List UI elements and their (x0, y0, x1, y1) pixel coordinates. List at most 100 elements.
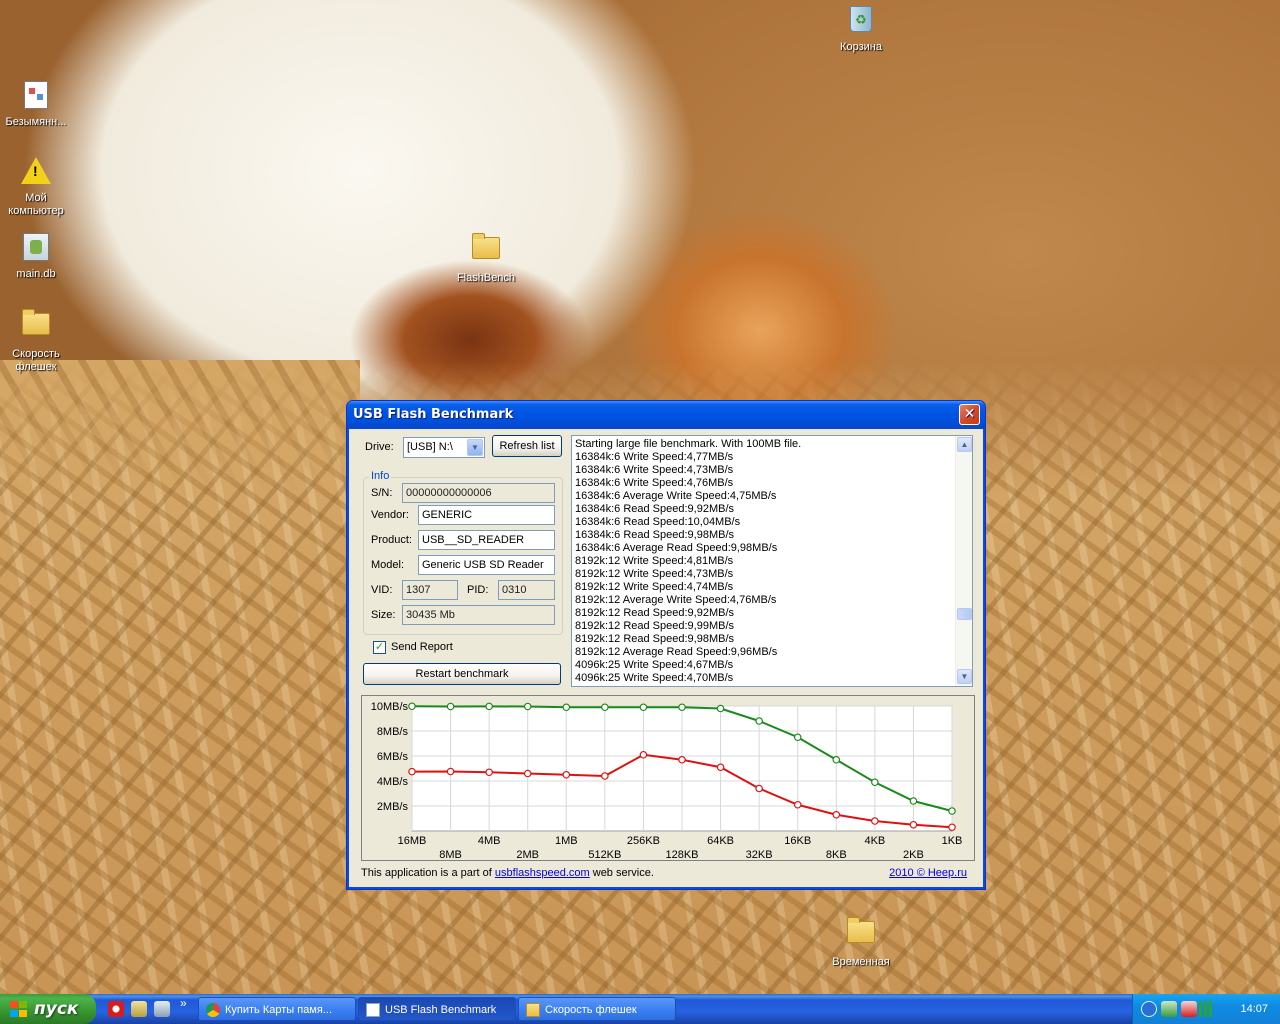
database-file-icon (20, 233, 52, 265)
data-point (408, 767, 416, 776)
data-point (793, 800, 802, 809)
product-label: Product: (371, 534, 412, 546)
quicklaunch-more-icon[interactable]: » (180, 996, 187, 1010)
x-tick-label: 64KB (707, 835, 734, 847)
log-line: 8192k:12 Write Speed:4,81MB/s (575, 555, 734, 567)
data-point (485, 702, 493, 711)
footer-copyright: 2010 © Heep.ru (889, 867, 967, 879)
log-line: 8192k:12 Read Speed:9,98MB/s (575, 633, 735, 645)
sn-label: S/N: (371, 487, 393, 499)
tray-expand-icon[interactable] (1141, 1001, 1157, 1017)
log-line: 8192k:12 Write Speed:4,73MB/s (575, 568, 734, 580)
checkmark-icon: ✓ (374, 641, 385, 653)
window-titlebar[interactable]: USB Flash Benchmark ✕ (347, 401, 985, 429)
task-browser[interactable]: Купить Карты памя... (198, 997, 356, 1021)
data-point (523, 702, 532, 711)
opera-icon[interactable] (108, 1001, 124, 1017)
desktop-icon-label: Временная (832, 956, 890, 968)
data-point (678, 703, 686, 712)
folder-icon (845, 917, 877, 953)
send-report-checkbox[interactable]: ✓ (373, 641, 386, 654)
data-point (601, 703, 609, 712)
send-report-label[interactable]: Send Report (391, 641, 453, 653)
window-icon (366, 1003, 380, 1017)
task-flash-speed-folder[interactable]: Скорость флешек (518, 997, 676, 1021)
desktop-icon-label: Мой компьютер (8, 192, 64, 217)
data-point (523, 769, 532, 778)
data-point (639, 750, 648, 759)
usbflashspeed-link[interactable]: usbflashspeed.com (495, 867, 590, 879)
footer-suffix: web service. (589, 867, 654, 879)
network-icon[interactable] (1161, 1001, 1177, 1017)
folder-icon (526, 1003, 540, 1017)
info-legend: Info (369, 470, 392, 482)
desktop-icon-flash-speed-folder[interactable]: Скорость флешек (0, 307, 76, 374)
data-point (871, 778, 879, 787)
document-icon (20, 81, 52, 113)
x-tick-label: 256KB (627, 835, 660, 847)
desktop-icon-temp-folder[interactable]: Временная (821, 915, 901, 969)
y-tick-label: 2MB/s (377, 801, 409, 813)
data-point (562, 770, 571, 779)
scroll-thumb[interactable] (957, 608, 972, 620)
data-point (639, 703, 648, 712)
log-line: 16384k:6 Write Speed:4,73MB/s (575, 464, 734, 476)
log-line: 4096k:25 Write Speed:4,67MB/s (575, 659, 734, 671)
data-point (832, 810, 841, 819)
product-field[interactable]: USB__SD_READER (418, 530, 555, 550)
footer-credit: This application is a part of usbflashsp… (361, 867, 654, 879)
x-tick-label: 8MB (439, 849, 462, 860)
chevron-down-icon[interactable]: ▼ (467, 439, 483, 456)
benchmark-log[interactable]: Starting large file benchmark. With 100M… (571, 435, 973, 687)
close-button[interactable]: ✕ (959, 404, 980, 425)
log-line: Starting large file benchmark. With 100M… (575, 438, 802, 450)
task-usb-flash-benchmark[interactable]: USB Flash Benchmark (358, 997, 516, 1021)
desktop-icon-recycle-bin[interactable]: ♻ Корзина (821, 3, 901, 54)
data-point (948, 807, 956, 815)
folder-icon (470, 233, 502, 269)
desktop-icon-label: Корзина (840, 41, 882, 53)
x-tick-label: 1KB (942, 835, 963, 847)
quicklaunch-tool-icon[interactable] (154, 1001, 170, 1017)
taskbar: пуск » Купить Карты памя... USB Flash Be… (0, 994, 1280, 1024)
log-line: 16384k:6 Write Speed:4,76MB/s (575, 477, 734, 489)
x-tick-label: 128KB (665, 849, 698, 860)
window-title: USB Flash Benchmark (353, 407, 514, 422)
data-point (948, 823, 956, 832)
x-tick-label: 1MB (555, 835, 578, 847)
desktop-icon-label: main.db (16, 268, 56, 280)
data-point (871, 817, 879, 825)
desktop-icon-my-computer[interactable]: ! Мой компьютер (0, 155, 76, 218)
scroll-down-button[interactable]: ▼ (957, 669, 972, 684)
restart-benchmark-button[interactable]: Restart benchmark (363, 663, 561, 685)
desktop-icon-label: Безымянн... (5, 116, 67, 128)
log-line: 16384k:6 Read Speed:10,04MB/s (575, 516, 741, 528)
chevron-up-icon: ▲ (960, 440, 969, 449)
start-button[interactable]: пуск (0, 994, 96, 1024)
log-line: 16384k:6 Write Speed:4,77MB/s (575, 451, 734, 463)
drive-select[interactable]: [USB] N:\ ▼ (403, 437, 485, 458)
desktop-icon-untitled[interactable]: Безымянн... (0, 79, 76, 129)
log-scrollbar[interactable]: ▲ ▼ (955, 436, 972, 686)
signal-icon[interactable] (1199, 1001, 1215, 1017)
scroll-up-button[interactable]: ▲ (957, 437, 972, 452)
desktop-icon-flashbench-folder[interactable]: FlashBench (446, 231, 526, 285)
data-point (485, 768, 493, 777)
refresh-list-button[interactable]: Refresh list (492, 435, 562, 457)
heep-link[interactable]: 2010 © Heep.ru (889, 867, 967, 879)
data-point (678, 755, 686, 764)
x-tick-label: 512KB (588, 849, 621, 860)
recycle-bin-icon: ♻ (845, 6, 877, 38)
chevron-down-icon: ▼ (960, 672, 969, 681)
task-label: Купить Карты памя... (225, 1004, 332, 1016)
start-label: пуск (34, 999, 79, 1019)
quicklaunch-app-icon[interactable] (131, 1001, 147, 1017)
task-label: Скорость флешек (545, 1004, 637, 1016)
drive-select-value: [USB] N:\ (407, 441, 453, 453)
speed-chart: 10MB/s 8MB/s 6MB/s 4MB/s 2MB/s 16MB 8MB 4MB 2MB 1… (371, 701, 963, 861)
desktop-icon-main-db[interactable]: main.db (0, 231, 76, 281)
antivirus-icon[interactable] (1181, 1001, 1197, 1017)
model-field[interactable]: Generic USB SD Reader (418, 555, 555, 575)
vendor-field[interactable]: GENERIC (418, 505, 555, 525)
log-line: 16384k:6 Read Speed:9,98MB/s (575, 529, 735, 541)
